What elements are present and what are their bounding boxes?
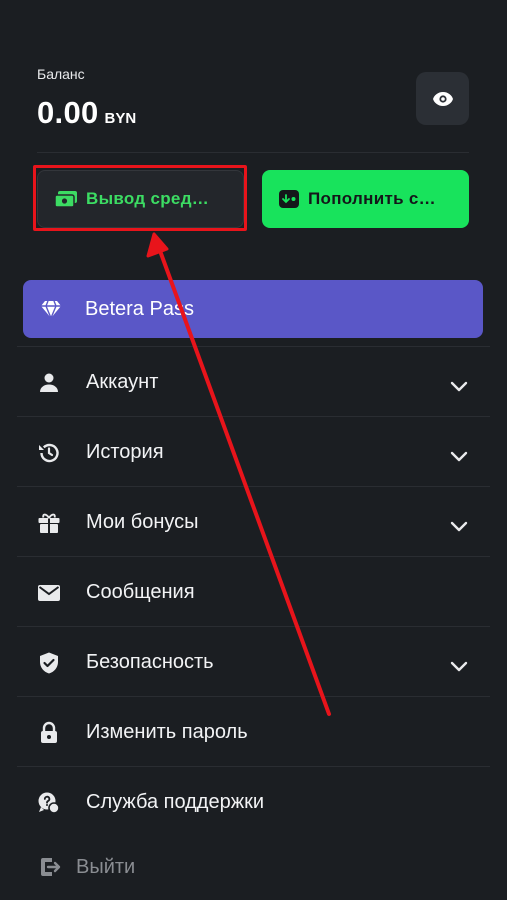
chevron-down-icon[interactable]: [448, 655, 470, 677]
balance-amount: 0.00: [37, 95, 99, 130]
menu-item-security[interactable]: Безопасность: [17, 626, 490, 696]
menu-item-bonuses[interactable]: Мои бонусы: [17, 486, 490, 556]
menu-item-label: Сообщения: [86, 581, 195, 603]
menu-item-label: Изменить пароль: [86, 721, 248, 743]
menu-item-support[interactable]: Служба поддержки: [17, 766, 490, 836]
chevron-down-icon[interactable]: [448, 445, 470, 467]
diamond-icon: [41, 300, 61, 320]
chevron-down-icon[interactable]: [448, 375, 470, 397]
deposit-label: Пополнить с…: [308, 189, 436, 208]
eye-icon: [432, 91, 453, 106]
betera-pass-label: Betera Pass: [85, 297, 194, 320]
menu-item-messages[interactable]: Сообщения: [17, 556, 490, 626]
lock-icon: [41, 721, 57, 743]
gift-icon: [38, 513, 60, 533]
menu-item-label: Служба поддержки: [86, 791, 265, 813]
history-icon: [39, 443, 59, 463]
toggle-balance-visibility-button[interactable]: [416, 72, 469, 125]
user-icon: [40, 373, 58, 392]
menu-item-history[interactable]: История: [17, 416, 490, 486]
withdraw-button[interactable]: Вывод сред…: [37, 170, 244, 228]
menu-item-change-password[interactable]: Изменить пароль: [17, 696, 490, 766]
menu-item-account[interactable]: Аккаунт: [17, 346, 490, 416]
support-icon: [38, 792, 60, 814]
chevron-down-icon[interactable]: [448, 515, 470, 537]
menu-item-label: Безопасность: [86, 651, 214, 673]
balance-label: Баланс: [37, 66, 85, 82]
balance-row: 0.00 BYN: [37, 95, 136, 131]
menu-item-label: История: [86, 441, 164, 463]
shield-icon: [40, 652, 58, 674]
menu-item-label: Аккаунт: [86, 371, 159, 393]
mail-icon: [38, 585, 60, 601]
deposit-button[interactable]: Пополнить с…: [262, 170, 469, 228]
menu-item-label: Мои бонусы: [86, 511, 199, 533]
balance-currency: BYN: [104, 110, 137, 127]
logout-icon: [41, 858, 61, 876]
profile-menu: Аккаунт История Мои бонусы Сообщения Без…: [17, 346, 490, 836]
withdraw-label: Вывод сред…: [86, 189, 210, 208]
divider: [37, 152, 469, 153]
money-icon: [54, 191, 77, 208]
wallet-icon: [279, 190, 299, 208]
logout-label: Выйти: [76, 855, 136, 878]
logout-button[interactable]: Выйти: [38, 855, 135, 879]
betera-pass-item[interactable]: Betera Pass: [23, 280, 483, 338]
